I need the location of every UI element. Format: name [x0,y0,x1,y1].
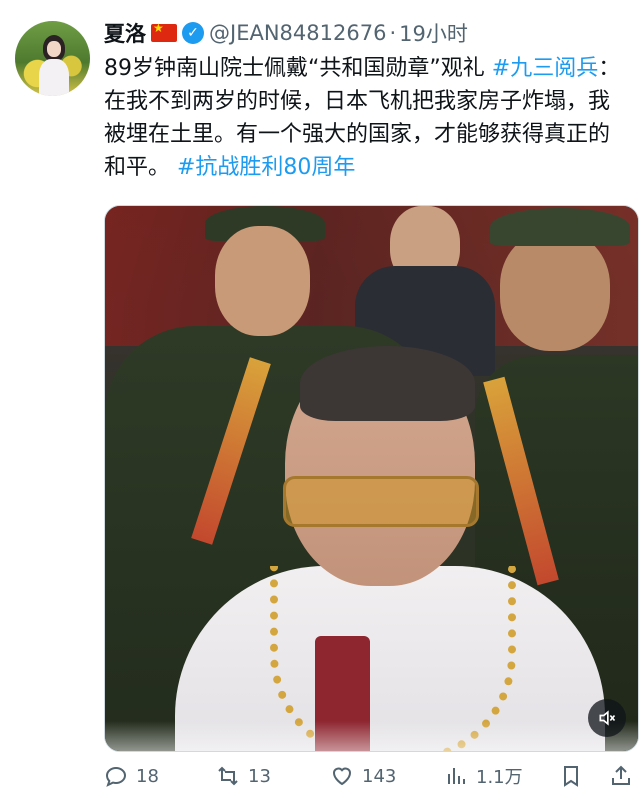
hashtag-link[interactable]: #抗战胜利80周年 [177,155,355,180]
reply-count: 18 [136,765,159,787]
views-button[interactable]: 1.1万 [444,763,523,789]
views-chart-icon [448,768,465,784]
bookmark-button[interactable] [559,764,583,788]
tweet: 夏洛 ✓ @JEAN84812676 · 19小时 89岁钟南山院士佩戴“共和国… [0,0,643,800]
verified-badge-icon[interactable]: ✓ [182,22,204,44]
heart-icon [332,767,352,786]
user-handle[interactable]: @JEAN84812676 [209,21,386,45]
tweet-text-part1: 89岁钟南山院士佩戴“共和国勋章”观礼 [104,56,492,81]
share-button[interactable] [609,764,633,788]
retweet-button[interactable]: 13 [216,764,271,788]
views-count: 1.1万 [476,767,523,788]
speaker-muted-icon[interactable] [588,699,626,737]
like-count: 143 [362,765,397,787]
display-name[interactable]: 夏洛 [104,18,146,48]
bookmark-icon [564,766,578,787]
video-player[interactable] [104,205,639,752]
reply-button[interactable]: 18 [104,764,159,788]
separator: · [389,21,397,45]
like-button[interactable]: 143 [330,764,396,788]
share-icon [612,765,630,785]
timestamp[interactable]: 19小时 [399,18,468,48]
avatar[interactable] [15,21,90,96]
action-bar: 18 13 143 1.1万 [104,758,634,794]
tweet-text: 89岁钟南山院士佩戴“共和国勋章”观礼 #九三阅兵：在我不到两岁的时候，日本飞机… [104,52,629,184]
reply-icon [105,766,127,787]
china-flag-icon [151,21,177,42]
tweet-header: 夏洛 ✓ @JEAN84812676 · 19小时 [104,16,468,50]
retweet-count: 13 [248,765,271,787]
retweet-icon [218,766,238,786]
hashtag-link[interactable]: #九三阅兵 [492,56,598,81]
